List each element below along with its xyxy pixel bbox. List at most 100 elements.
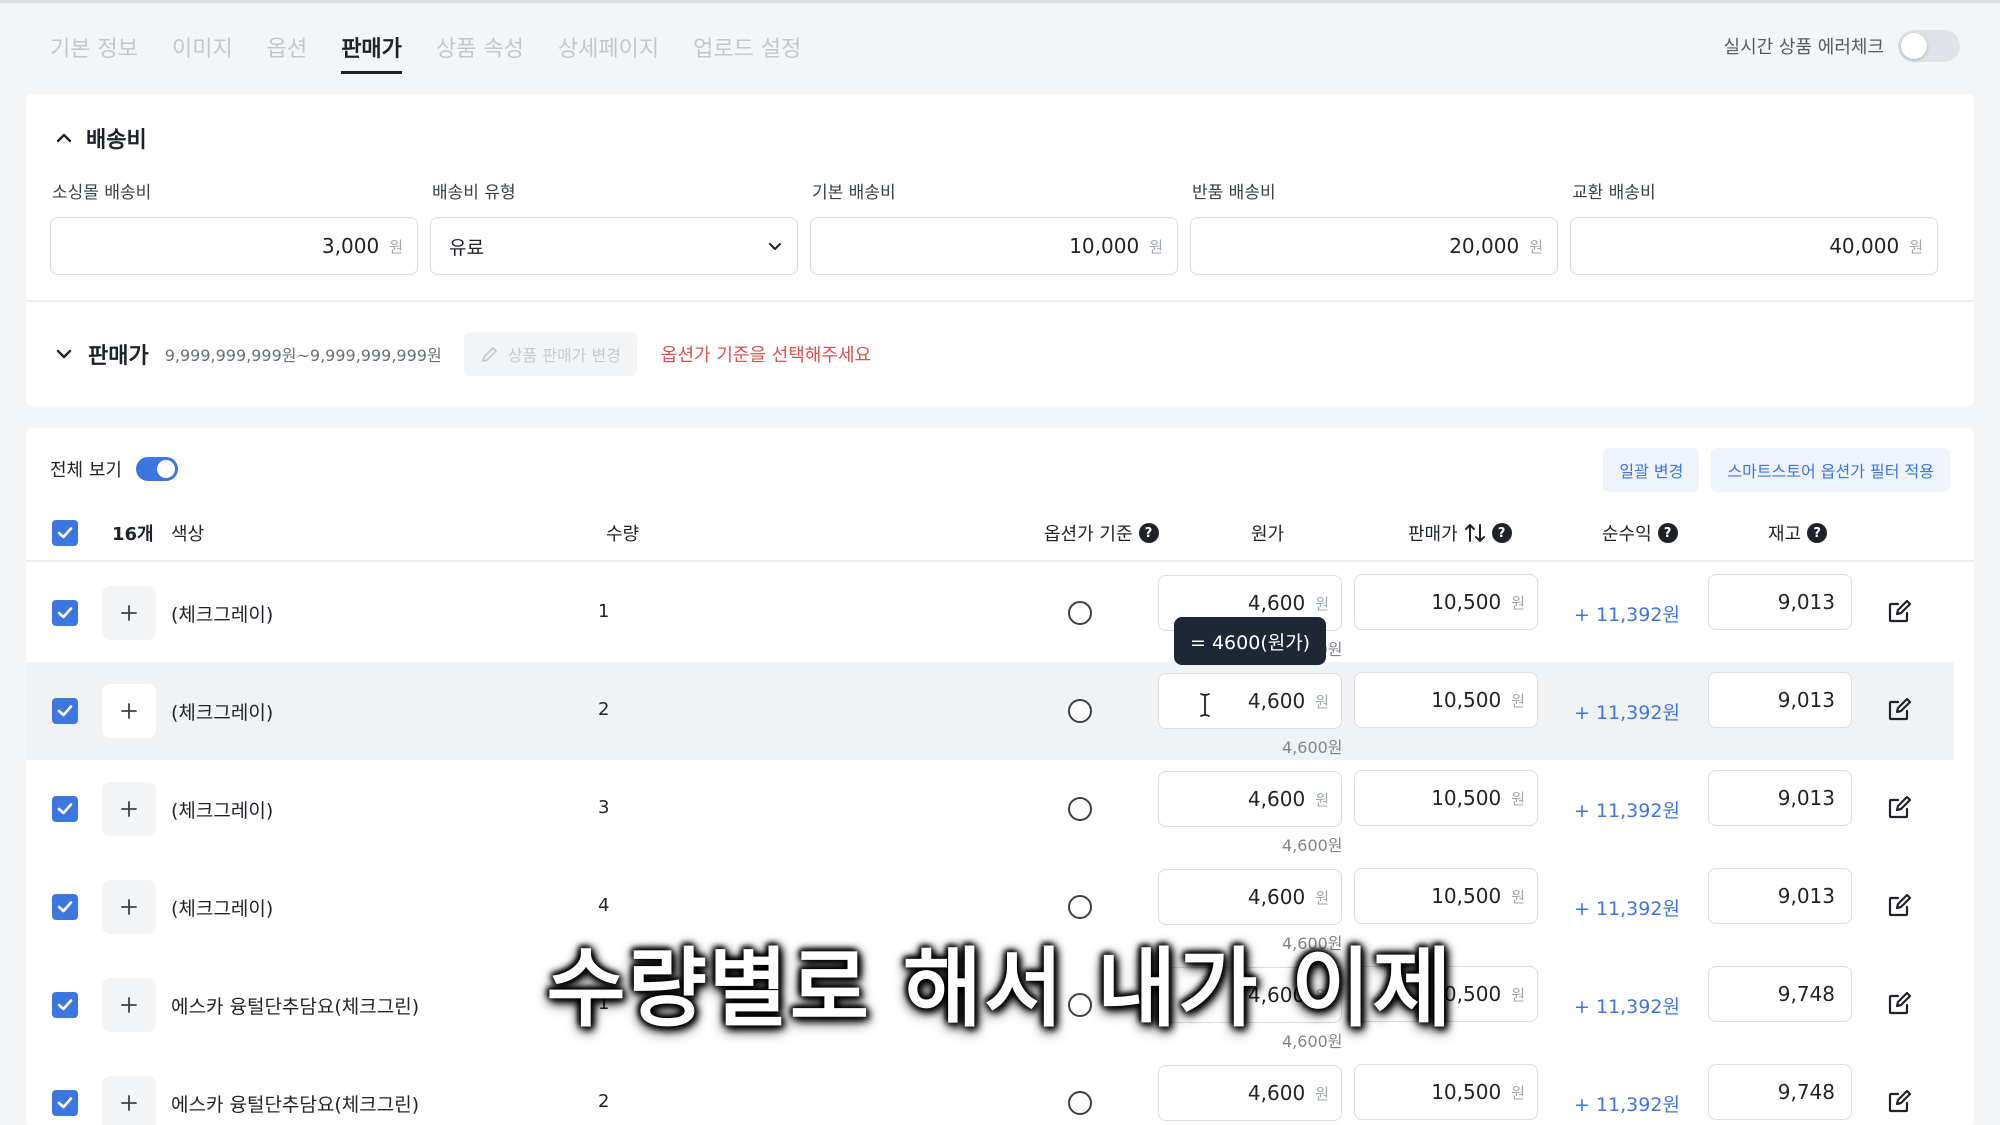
help-icon[interactable]: ? xyxy=(1491,523,1512,543)
button-label: 상품 판매가 변경 xyxy=(507,346,621,365)
stock-value: 9,013 xyxy=(1777,590,1835,614)
sale-price-input[interactable]: 10,500 원 xyxy=(1354,1064,1538,1120)
cost-input[interactable]: 4,600 원 xyxy=(1158,1065,1342,1121)
col-qty: 수량 xyxy=(606,524,640,545)
option-base-radio[interactable] xyxy=(1068,699,1092,723)
option-base-radio[interactable] xyxy=(1068,601,1092,625)
help-icon[interactable]: ? xyxy=(1657,523,1678,543)
sale-price-input[interactable]: 10,500 원 xyxy=(1354,770,1538,826)
edit-row-button[interactable] xyxy=(1886,793,1918,825)
option-base-radio[interactable] xyxy=(1068,797,1092,821)
col-label: 재고 xyxy=(1768,524,1802,545)
expand-row-button[interactable] xyxy=(102,782,156,836)
row-checkbox[interactable] xyxy=(52,600,78,626)
sale-price-input[interactable]: 10,500 원 xyxy=(1354,672,1538,728)
row-checkbox[interactable] xyxy=(52,796,78,822)
field-value: 3,000 xyxy=(321,234,380,258)
unit-label: 원 xyxy=(1511,593,1525,612)
view-all-toggle[interactable] xyxy=(135,457,178,481)
net-profit-value: + 11,392원 xyxy=(1574,898,1680,920)
color-name: (체크그레이) xyxy=(171,702,274,724)
option-base-radio[interactable] xyxy=(1068,895,1092,919)
plus-icon xyxy=(121,899,137,915)
row-checkbox[interactable] xyxy=(52,894,78,920)
shipping-type-select[interactable]: 유료 xyxy=(430,217,798,275)
tab-images[interactable]: 이미지 xyxy=(172,30,233,76)
help-icon[interactable]: ? xyxy=(1138,523,1159,543)
stock-input[interactable]: 9,013 xyxy=(1708,770,1852,826)
sale-price-value: 10,500 xyxy=(1431,688,1502,712)
base-shipping-input[interactable]: 10,000 원 xyxy=(810,217,1178,275)
field-label: 반품 배송비 xyxy=(1192,183,1276,203)
unit-label: 원 xyxy=(1511,887,1525,906)
tab-detail-page[interactable]: 상세페이지 xyxy=(558,30,659,76)
tab-options[interactable]: 옵션 xyxy=(267,30,307,76)
return-shipping-field: 반품 배송비 20,000 원 xyxy=(1190,178,1558,275)
expand-row-button[interactable] xyxy=(102,586,156,640)
return-shipping-input[interactable]: 20,000 원 xyxy=(1190,217,1558,275)
field-label: 배송비 유형 xyxy=(432,183,516,203)
stock-input[interactable]: 9,013 xyxy=(1708,868,1852,924)
plus-icon xyxy=(121,801,137,817)
sort-icon[interactable] xyxy=(1464,521,1486,545)
smartstore-filter-button[interactable]: 스마트스토어 옵션가 필터 적용 xyxy=(1711,448,1950,492)
error-check-label: 실시간 상품 에러체크 xyxy=(1723,37,1884,58)
col-label: 순수익 xyxy=(1602,524,1652,545)
error-check-toggle[interactable] xyxy=(1898,30,1960,62)
chevron-down-icon xyxy=(769,243,781,250)
check-icon xyxy=(57,803,73,815)
expand-row-button[interactable] xyxy=(102,684,156,738)
field-value: 10,000 xyxy=(1069,234,1140,258)
cost-value: 4,600 xyxy=(1247,885,1306,909)
plus-icon xyxy=(121,703,137,719)
net-profit-value: + 11,392원 xyxy=(1574,604,1680,626)
stock-input[interactable]: 9,013 xyxy=(1708,574,1852,630)
select-all-checkbox[interactable] xyxy=(52,520,78,546)
toggle-knob xyxy=(156,460,175,478)
unit-label: 원 xyxy=(1315,594,1329,613)
sale-price-input[interactable]: 10,500 원 xyxy=(1354,868,1538,924)
sale-price-input[interactable]: 10,500 원 xyxy=(1354,574,1538,630)
color-name: (체크그레이) xyxy=(171,898,274,920)
net-profit-value: + 11,392원 xyxy=(1574,1094,1680,1116)
bulk-change-button[interactable]: 일괄 변경 xyxy=(1603,448,1700,492)
tab-upload-settings[interactable]: 업로드 설정 xyxy=(693,30,801,76)
stock-input[interactable]: 9,748 xyxy=(1708,1064,1852,1120)
chevron-down-icon[interactable] xyxy=(56,346,72,362)
edit-icon xyxy=(1888,599,1912,623)
cost-value: 4,600 xyxy=(1247,787,1306,811)
price-title: 판매가 xyxy=(88,344,149,369)
change-sale-price-button[interactable]: 상품 판매가 변경 xyxy=(463,332,637,376)
select-all-cell xyxy=(52,504,78,562)
tab-basic-info[interactable]: 기본 정보 xyxy=(50,30,138,76)
chevron-up-icon[interactable] xyxy=(56,130,72,146)
price-section-header: 판매가 9,999,999,999원~9,999,999,999원 상품 판매가… xyxy=(56,332,871,376)
unit-label: 원 xyxy=(389,237,403,256)
field-label: 교환 배송비 xyxy=(1572,183,1656,203)
shipping-header[interactable]: 배송비 xyxy=(56,122,147,154)
option-base-radio[interactable] xyxy=(1068,1091,1092,1115)
stock-input[interactable]: 9,013 xyxy=(1708,672,1852,728)
row-checkbox[interactable] xyxy=(52,698,78,724)
edit-row-button[interactable] xyxy=(1886,695,1918,727)
base-shipping-field: 기본 배송비 10,000 원 xyxy=(810,178,1178,275)
sourcing-shipping-input[interactable]: 3,000 원 xyxy=(50,217,418,275)
net-profit-value: + 11,392원 xyxy=(1574,702,1680,724)
exchange-shipping-input[interactable]: 40,000 원 xyxy=(1570,217,1938,275)
sale-price-value: 10,500 xyxy=(1431,590,1502,614)
tab-product-attributes[interactable]: 상품 속성 xyxy=(436,30,524,76)
quantity-value: 2 xyxy=(598,699,610,720)
row-checkbox[interactable] xyxy=(52,1090,78,1116)
edit-row-button[interactable] xyxy=(1886,597,1918,629)
edit-icon xyxy=(1888,795,1912,819)
expand-row-button[interactable] xyxy=(102,1076,156,1125)
cost-input[interactable]: 4,600 원 xyxy=(1158,869,1342,925)
edit-row-button[interactable] xyxy=(1886,1087,1918,1119)
help-icon[interactable]: ? xyxy=(1807,523,1828,543)
cost-input[interactable]: 4,600 원 xyxy=(1158,673,1342,729)
cost-input[interactable]: 4,600 원 xyxy=(1158,771,1342,827)
top-border xyxy=(0,0,2000,3)
tab-sale-price[interactable]: 판매가 xyxy=(341,30,402,76)
unit-label: 원 xyxy=(1511,1083,1525,1102)
cost-note: 4,600원 xyxy=(1282,836,1343,855)
